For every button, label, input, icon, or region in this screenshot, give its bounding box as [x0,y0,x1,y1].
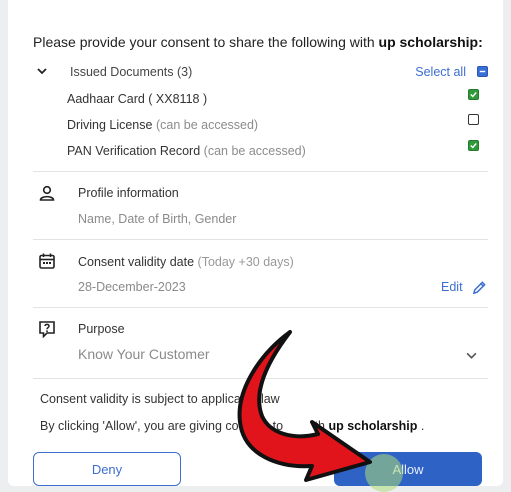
divider [33,378,488,379]
cursor-highlight [365,454,403,492]
select-all-checkbox[interactable] [477,66,488,77]
purpose-select[interactable]: Know Your Customer [78,346,210,362]
divider [33,171,488,172]
document-name: Driving License [67,118,153,132]
deny-button[interactable]: Deny [33,452,181,486]
validity-title: Consent validity date (Today +30 days) [78,255,294,269]
allow-note-prefix: By clicking 'Allow', you are giving cons… [40,419,287,433]
document-aadhaar: Aadhaar Card ( XX8118 ) [67,92,207,106]
consent-prompt: Please provide your consent to share the… [33,34,483,50]
pencil-icon[interactable] [472,280,487,295]
validity-title-text: Consent validity date [78,255,195,269]
allow-button[interactable]: Allow [334,452,482,486]
edit-validity-link[interactable]: Edit [441,280,463,294]
person-icon [39,185,55,201]
document-name: PAN Verification Record [67,144,201,158]
allow-consent-note: By clicking 'Allow', you are giving cons… [40,419,424,433]
divider [33,307,488,308]
validity-date: 28-December-2023 [78,280,186,294]
consent-card: Please provide your consent to share the… [8,0,503,486]
document-note: (can be accessed) [155,118,259,132]
pan-checkbox[interactable] [468,140,479,151]
consent-recipient: up scholarship [378,34,479,50]
document-name: Aadhaar Card ( XX8118 ) [67,92,208,106]
calendar-icon [39,253,55,269]
aadhaar-checkbox[interactable] [468,89,479,100]
chevron-down-icon[interactable] [37,66,47,76]
issued-documents-header[interactable]: Issued Documents (3) Select all [33,64,488,82]
chevron-down-icon[interactable] [466,350,477,361]
consent-prompt-suffix: : [478,34,483,50]
document-note: (can be accessed) [203,144,306,158]
consent-prompt-prefix: Please provide your consent to share the… [33,34,379,50]
profile-title: Profile information [78,186,179,200]
document-pan: PAN Verification Record (can be accessed… [67,144,306,158]
minus-icon [479,70,486,73]
allow-note-recipient: up scholarship [328,419,418,433]
issued-documents-label: Issued Documents (3) [70,65,193,79]
driving-license-checkbox[interactable] [468,114,479,125]
divider [33,239,488,240]
purpose-title: Purpose [78,322,125,336]
question-icon [39,321,55,338]
check-icon [470,143,477,149]
validity-title-note: (Today +30 days) [197,255,294,269]
allow-note-partial: th [314,419,329,433]
allow-note-suffix: . [417,419,425,433]
select-all-link[interactable]: Select all [415,65,466,79]
document-driving-license: Driving License (can be accessed) [67,118,258,132]
check-icon [470,92,477,98]
validity-note: Consent validity is subject to applicabl… [40,392,280,406]
profile-subtitle: Name, Date of Birth, Gender [78,212,237,226]
